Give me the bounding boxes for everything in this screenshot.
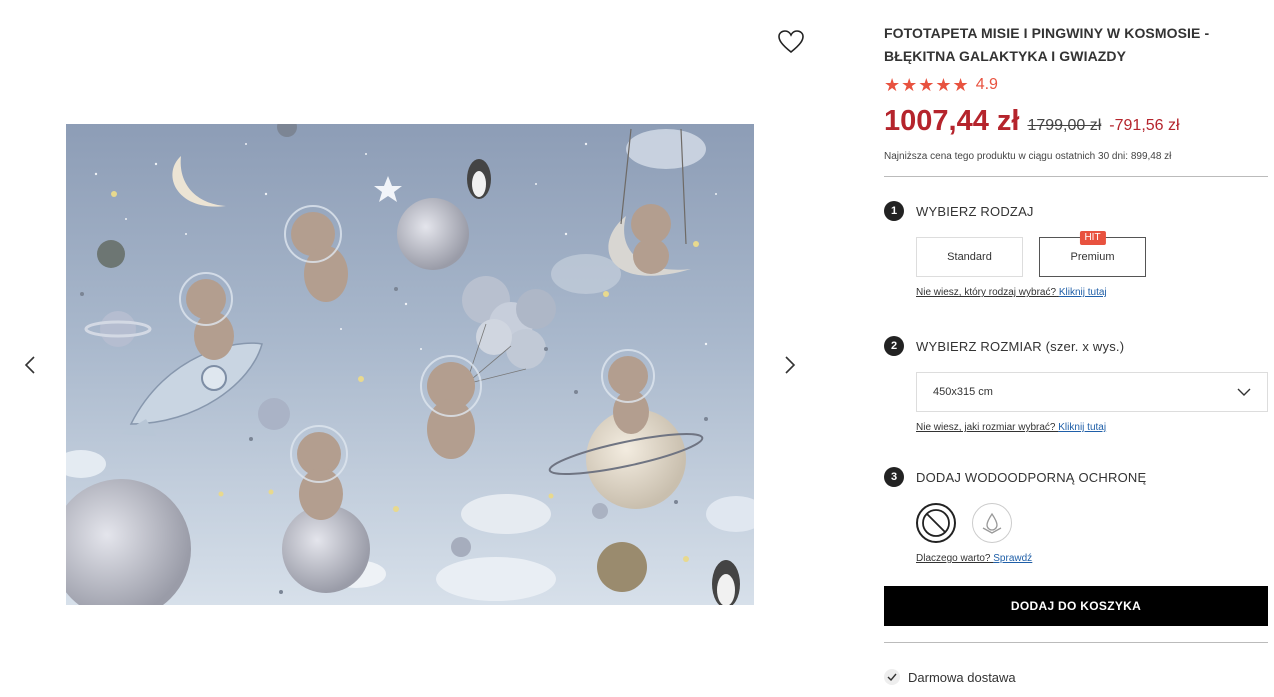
protection-options	[916, 503, 1269, 543]
checkmark-icon	[884, 669, 900, 685]
type-option-standard[interactable]: Standard	[916, 237, 1023, 277]
step-type-header: 1 WYBIERZ RODZAJ	[884, 201, 1269, 221]
size-help-link[interactable]: Kliknij tutaj	[1058, 422, 1106, 433]
protection-help-question: Dlaczego warto?	[916, 553, 991, 564]
product-gallery	[0, 0, 830, 697]
size-selected-value: 450x315 cm	[933, 386, 993, 398]
price-current: 1007,44 zł	[884, 105, 1020, 137]
protection-help-link[interactable]: Sprawdź	[993, 553, 1032, 564]
step-number-badge: 2	[884, 336, 904, 356]
previous-image-arrow-icon[interactable]	[18, 352, 42, 378]
type-options: Standard HIT Premium	[916, 231, 1269, 277]
rating-value: 4.9	[975, 76, 998, 93]
step-size-title: WYBIERZ ROZMIAR (szer. x wys.)	[916, 339, 1124, 354]
type-option-label: Standard	[947, 251, 992, 263]
size-help-question: Nie wiesz, jaki rozmiar wybrać?	[916, 422, 1056, 433]
size-help-text: Nie wiesz, jaki rozmiar wybrać? Kliknij …	[916, 422, 1269, 433]
price-discount: -791,56 zł	[1109, 117, 1180, 134]
step-protection-title: DODAJ WODOODPORNĄ OCHRONĘ	[916, 469, 1147, 485]
chevron-down-icon	[1237, 388, 1251, 396]
product-rating[interactable]: ★★★★★ 4.9	[884, 74, 1269, 96]
add-to-cart-button[interactable]: DODAJ DO KOSZYKA	[884, 586, 1268, 626]
lowest-price-note: Najniższa cena tego produktu w ciągu ost…	[884, 151, 1172, 162]
size-dropdown[interactable]: 450x315 cm	[916, 372, 1268, 412]
step-protection-header: 3 DODAJ WODOODPORNĄ OCHRONĘ	[884, 467, 1269, 487]
type-help-question: Nie wiesz, który rodzaj wybrać?	[916, 287, 1057, 298]
product-details-panel: FOTOTAPETA MISIE I PINGWINY W KOSMOSIE -…	[884, 22, 1269, 685]
type-option-premium[interactable]: HIT Premium	[1039, 231, 1146, 277]
no-protection-option[interactable]	[916, 503, 956, 543]
no-protection-icon	[922, 509, 950, 537]
step-number-badge: 1	[884, 201, 904, 221]
step-size-header: 2 WYBIERZ ROZMIAR (szer. x wys.)	[884, 336, 1269, 356]
step-number-badge: 3	[884, 467, 904, 487]
product-main-image[interactable]	[66, 124, 754, 605]
favorite-heart-icon[interactable]	[776, 28, 806, 56]
price-row: 1007,44 zł 1799,00 zł -791,56 zł	[884, 105, 1269, 141]
protection-help-text: Dlaczego warto? Sprawdź	[916, 553, 1269, 564]
free-delivery-label: Darmowa dostawa	[908, 669, 1016, 685]
step-size-title-text: WYBIERZ ROZMIAR	[916, 338, 1042, 354]
waterproof-protection-option[interactable]	[972, 503, 1012, 543]
price-old: 1799,00 zł	[1027, 117, 1102, 134]
next-image-arrow-icon[interactable]	[778, 352, 802, 378]
product-title: FOTOTAPETA MISIE I PINGWINY W KOSMOSIE -…	[884, 25, 1210, 64]
divider	[884, 176, 1268, 177]
free-delivery-row: Darmowa dostawa	[884, 669, 1269, 685]
step-type-title: WYBIERZ RODZAJ	[916, 203, 1034, 219]
type-help-link[interactable]: Kliknij tutaj	[1059, 287, 1107, 298]
divider	[884, 642, 1268, 643]
rating-stars-icon: ★★★★★	[884, 74, 970, 95]
type-help-text: Nie wiesz, który rodzaj wybrać? Kliknij …	[916, 287, 1269, 298]
type-option-label: Premium	[1070, 251, 1115, 263]
hit-badge: HIT	[1079, 231, 1106, 245]
water-drop-icon	[982, 512, 1002, 534]
step-size-subtitle: (szer. x wys.)	[1045, 338, 1125, 354]
